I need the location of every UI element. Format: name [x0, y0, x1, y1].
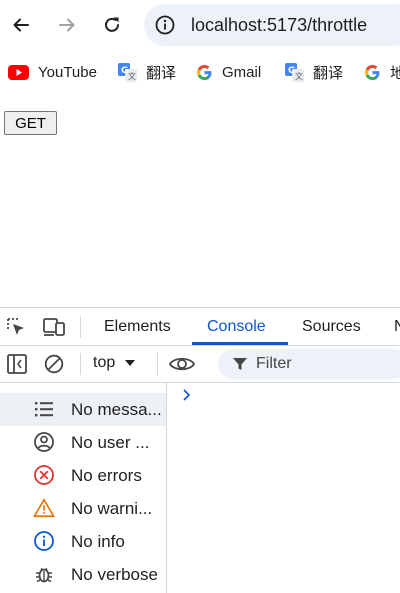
- sidebar-item-user-messages[interactable]: No user ...: [0, 426, 166, 459]
- reload-button[interactable]: [98, 11, 126, 39]
- filter-input[interactable]: Filter: [218, 349, 400, 379]
- toolbar-divider: [80, 353, 81, 375]
- get-button[interactable]: GET: [4, 111, 57, 135]
- reload-icon: [105, 17, 119, 32]
- tab-sources[interactable]: Sources: [302, 318, 361, 336]
- sidebar-item-warnings[interactable]: No warni...: [0, 492, 166, 525]
- bookmarks-bar: YouTube G 文 翻译 Gmail G 文 翻译 地: [0, 56, 400, 88]
- sidebar-item-label: No messa...: [71, 400, 162, 419]
- list-icon: [33, 398, 55, 420]
- toolbar-divider: [157, 353, 158, 375]
- sidebar-item-label: No errors: [71, 466, 142, 485]
- forward-button[interactable]: [53, 11, 81, 39]
- svg-text:文: 文: [128, 71, 136, 81]
- youtube-icon: [8, 64, 29, 80]
- live-expression-icon[interactable]: [168, 352, 196, 376]
- tab-console[interactable]: Console: [207, 318, 266, 336]
- bookmark-label: 地: [390, 64, 400, 82]
- context-selector[interactable]: top: [93, 354, 136, 372]
- console-prompt[interactable]: [182, 388, 192, 402]
- bookmark-label: Gmail: [222, 63, 262, 81]
- sidebar-item-label: No user ...: [71, 433, 150, 452]
- site-info-icon[interactable]: [154, 14, 176, 36]
- bug-icon: [33, 563, 55, 585]
- google-icon: [364, 64, 381, 81]
- arrow-right-icon: [59, 18, 75, 32]
- back-button[interactable]: [7, 11, 35, 39]
- bookmark-label: 翻译: [146, 64, 177, 82]
- arrow-left-icon: [13, 18, 29, 32]
- user-icon: [33, 431, 55, 453]
- chevron-down-icon: [124, 358, 136, 368]
- tab-network[interactable]: N: [394, 318, 400, 336]
- sidebar-item-errors[interactable]: No errors: [0, 459, 166, 492]
- warning-icon: [33, 497, 55, 519]
- bookmark-gmail[interactable]: Gmail: [196, 56, 261, 88]
- address-bar-url: localhost:5173/throttle: [191, 15, 368, 35]
- sidebar-item-verbose[interactable]: No verbose: [0, 558, 166, 591]
- devtools-panel: Elements Console Sources N top Filter No…: [0, 307, 400, 593]
- svg-text:文: 文: [295, 71, 303, 81]
- sidebar-item-label: No info: [71, 532, 125, 551]
- bookmark-translate[interactable]: G 文 翻译: [285, 56, 343, 88]
- bookmark-label: YouTube: [38, 63, 97, 81]
- sidebar-item-label: No warni...: [71, 499, 153, 518]
- filter-icon: [232, 356, 248, 372]
- chevron-right-icon: [183, 389, 191, 401]
- console-sidebar: No messa... No user ... No errors No war…: [0, 383, 167, 593]
- device-toolbar-icon[interactable]: [42, 316, 66, 338]
- browser-toolbar: localhost:5173/throttle: [0, 0, 400, 50]
- active-tab-indicator: [192, 342, 288, 345]
- sidebar-item-messages[interactable]: No messa...: [0, 393, 166, 426]
- bookmark-maps[interactable]: 地: [364, 56, 400, 88]
- error-icon: [33, 464, 55, 486]
- google-translate-icon: G 文: [285, 62, 304, 82]
- filter-placeholder: Filter: [256, 355, 292, 372]
- console-toolbar: top Filter: [0, 346, 400, 383]
- devtools-tab-bar: Elements Console Sources N: [0, 308, 400, 346]
- sidebar-item-label: No verbose: [71, 565, 158, 584]
- google-icon: [196, 64, 213, 81]
- sidebar-item-info[interactable]: No info: [0, 525, 166, 558]
- sidebar-toggle-icon[interactable]: [6, 353, 28, 375]
- clear-console-icon[interactable]: [43, 353, 65, 375]
- bookmark-label: 翻译: [313, 64, 344, 82]
- inspect-element-icon[interactable]: [5, 316, 27, 338]
- toolbar-divider: [80, 316, 81, 338]
- tab-elements[interactable]: Elements: [104, 318, 171, 336]
- bookmark-translate[interactable]: G 文 翻译: [118, 56, 176, 88]
- info-icon: [33, 530, 55, 552]
- google-translate-icon: G 文: [118, 62, 137, 82]
- address-bar[interactable]: localhost:5173/throttle: [144, 4, 400, 46]
- bookmark-youtube[interactable]: YouTube: [8, 56, 97, 88]
- context-label: top: [93, 354, 116, 371]
